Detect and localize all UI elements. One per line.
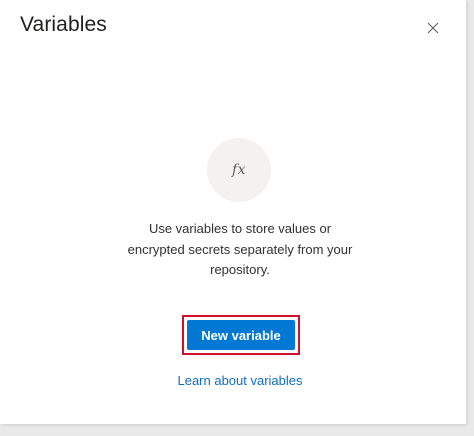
empty-state-description: Use variables to store values or encrypt… <box>127 221 353 277</box>
fx-function-icon: fx <box>231 162 247 178</box>
panel-title: Variables <box>20 13 107 36</box>
new-variable-button[interactable]: New variable <box>187 320 295 350</box>
variables-panel: Variables fx Use variables to store valu… <box>0 0 466 424</box>
close-icon <box>427 22 439 34</box>
learn-about-variables-link[interactable]: Learn about variables <box>140 373 340 388</box>
close-button[interactable] <box>421 16 445 40</box>
empty-state-icon-circle: fx <box>207 138 271 202</box>
